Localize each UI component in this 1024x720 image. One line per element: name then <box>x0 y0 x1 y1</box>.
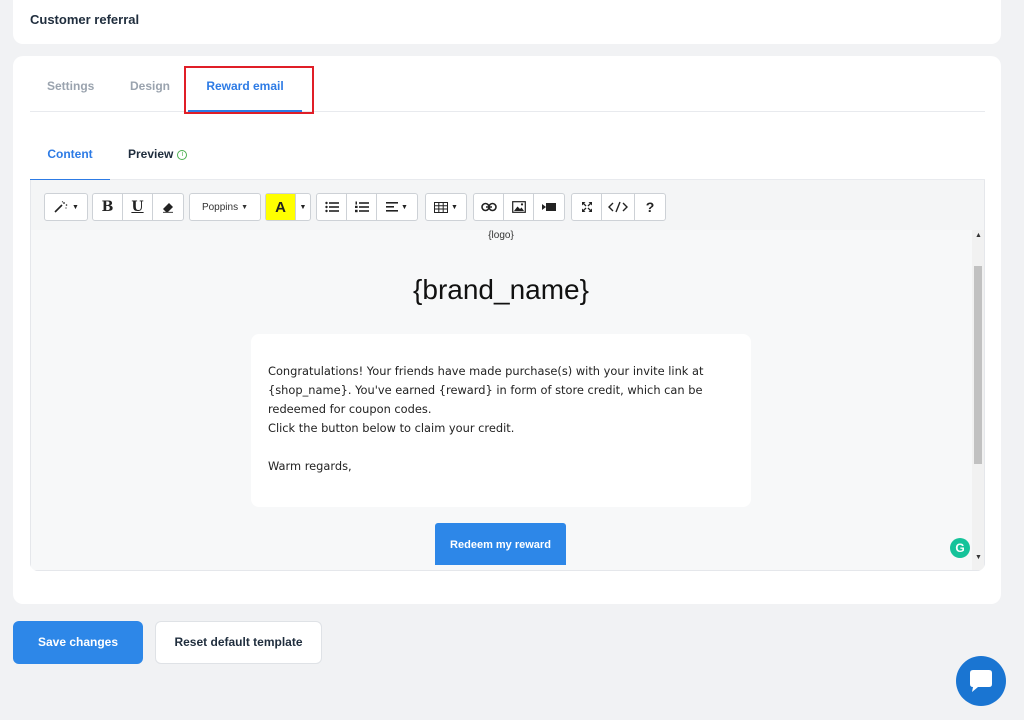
editor-subtabs: Content Preview i <box>30 128 985 181</box>
align-button[interactable]: ▼ <box>377 194 417 220</box>
email-canvas[interactable]: {logo} {brand_name} Congratulations! You… <box>30 230 985 571</box>
email-message-card[interactable]: Congratulations! Your friends have made … <box>251 334 751 507</box>
tab-bar: Settings Design Reward email <box>30 64 985 112</box>
help-button[interactable]: ? <box>635 194 665 220</box>
scroll-down-arrow-icon[interactable]: ▼ <box>975 554 982 561</box>
chat-launcher[interactable] <box>956 656 1006 706</box>
eraser-icon <box>163 203 173 213</box>
email-body-line: Click the button below to claim your cre… <box>268 421 515 435</box>
editor-toolbar: ▼ B U Poppins ▼ A ▼ ▼ ▼ ? <box>30 180 985 230</box>
image-button[interactable] <box>504 194 534 220</box>
subtab-content[interactable]: Content <box>30 128 110 181</box>
color-dropdown-button[interactable]: ▼ <box>296 194 310 220</box>
fullscreen-icon <box>581 202 592 212</box>
insert-group <box>473 193 565 221</box>
scroll-up-arrow-icon[interactable]: ▲ <box>975 232 982 239</box>
brand-name-placeholder: {brand_name} <box>413 274 589 305</box>
view-group: ? <box>571 193 666 221</box>
text-format-group: B U <box>92 193 184 221</box>
email-body-line: {shop_name}. You've earned {reward} in f… <box>268 383 703 397</box>
page-title: Customer referral <box>30 12 140 27</box>
redeem-reward-button[interactable]: Redeem my reward <box>435 523 566 565</box>
code-view-button[interactable] <box>602 194 635 220</box>
align-icon <box>386 202 399 212</box>
subtab-preview-label: Preview <box>128 147 174 161</box>
numbered-list-icon <box>354 201 369 213</box>
subtab-preview[interactable]: Preview i <box>128 128 188 180</box>
email-signoff: Warm regards, <box>268 459 352 473</box>
color-group: A ▼ <box>265 193 311 221</box>
reset-template-button[interactable]: Reset default template <box>155 621 322 664</box>
save-changes-button[interactable]: Save changes <box>13 621 143 664</box>
chat-icon <box>970 670 992 692</box>
remove-format-button[interactable] <box>153 194 183 220</box>
style-group: ▼ <box>44 193 88 221</box>
code-view-icon <box>608 201 628 213</box>
email-body-line: Congratulations! Your friends have made … <box>268 364 704 378</box>
style-button[interactable]: ▼ <box>45 194 87 220</box>
chevron-down-icon: ▼ <box>72 203 79 211</box>
bold-button[interactable]: B <box>93 194 123 220</box>
numbered-list-button[interactable] <box>347 194 377 220</box>
image-icon <box>511 201 526 213</box>
table-icon <box>434 201 449 213</box>
chevron-down-icon: ▼ <box>241 203 249 211</box>
grammarly-icon[interactable]: G <box>950 538 970 558</box>
tab-settings[interactable]: Settings <box>47 64 94 111</box>
magic-wand-icon <box>54 201 68 213</box>
email-body-line: redeemed for coupon codes. <box>268 402 432 416</box>
info-icon[interactable]: i <box>177 149 188 160</box>
link-button[interactable] <box>474 194 504 220</box>
video-button[interactable] <box>534 194 564 220</box>
table-button[interactable]: ▼ <box>426 194 466 220</box>
tab-design[interactable]: Design <box>130 64 170 111</box>
header-card: Customer referral <box>13 0 1001 44</box>
subtab-content-label: Content <box>47 147 93 161</box>
bullet-list-icon <box>324 201 339 213</box>
bullet-list-button[interactable] <box>317 194 347 220</box>
email-editor: Content Preview i ▼ B U Poppins ▼ A ▼ ▼ … <box>30 128 985 571</box>
underline-button[interactable]: U <box>123 194 153 220</box>
chevron-down-icon: ▼ <box>451 203 458 211</box>
font-family-select[interactable]: Poppins ▼ <box>190 194 260 220</box>
video-icon <box>542 203 556 211</box>
scroll-thumb[interactable] <box>974 266 982 464</box>
font-color-button[interactable]: A <box>266 194 296 220</box>
fullscreen-button[interactable] <box>572 194 602 220</box>
link-icon <box>480 202 497 212</box>
main-card: Settings Design Reward email Content Pre… <box>13 56 1001 604</box>
paragraph-group: ▼ <box>316 193 418 221</box>
font-family-group: Poppins ▼ <box>189 193 261 221</box>
editor-scrollbar[interactable]: ▲ ▼ <box>972 230 984 570</box>
font-family-value: Poppins <box>201 201 239 213</box>
chevron-down-icon: ▼ <box>299 203 307 211</box>
highlight-annotation-box <box>184 66 314 114</box>
chevron-down-icon: ▼ <box>401 203 408 211</box>
logo-placeholder: {logo} <box>488 230 514 241</box>
table-group: ▼ <box>425 193 467 221</box>
